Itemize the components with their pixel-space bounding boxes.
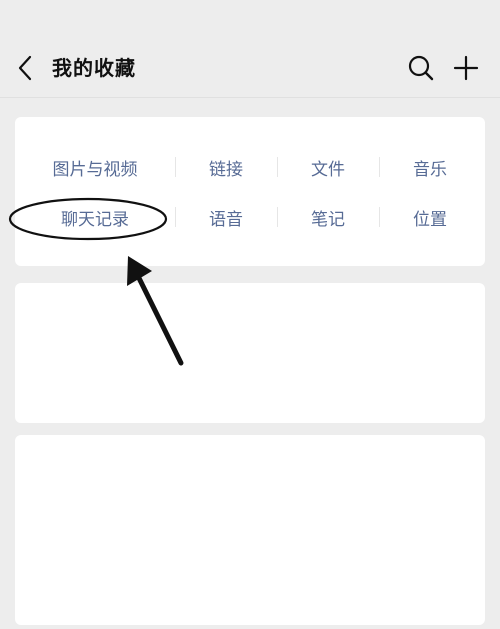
category-card: 图片与视频 链接 文件 音乐 聊天记录 语音 笔记 位置 [15,117,485,266]
category-notes[interactable]: 笔记 [277,200,379,234]
category-music[interactable]: 音乐 [379,150,481,184]
category-row: 图片与视频 链接 文件 音乐 [15,150,485,184]
favorite-item-card[interactable] [15,435,485,625]
page-title: 我的收藏 [52,56,136,80]
category-voice[interactable]: 语音 [175,200,277,234]
search-icon [408,55,434,81]
favorite-item-card[interactable] [15,283,485,423]
add-button[interactable] [448,50,484,86]
category-location[interactable]: 位置 [379,200,481,234]
category-files[interactable]: 文件 [277,150,379,184]
chevron-left-icon [18,55,32,81]
category-links[interactable]: 链接 [175,150,277,184]
back-button[interactable] [8,50,42,86]
plus-icon [453,55,479,81]
search-button[interactable] [403,50,439,86]
category-photos-videos[interactable]: 图片与视频 [15,150,175,184]
category-chat-history[interactable]: 聊天记录 [15,200,175,234]
nav-bar: 我的收藏 [0,0,500,98]
category-row: 聊天记录 语音 笔记 位置 [15,200,485,234]
